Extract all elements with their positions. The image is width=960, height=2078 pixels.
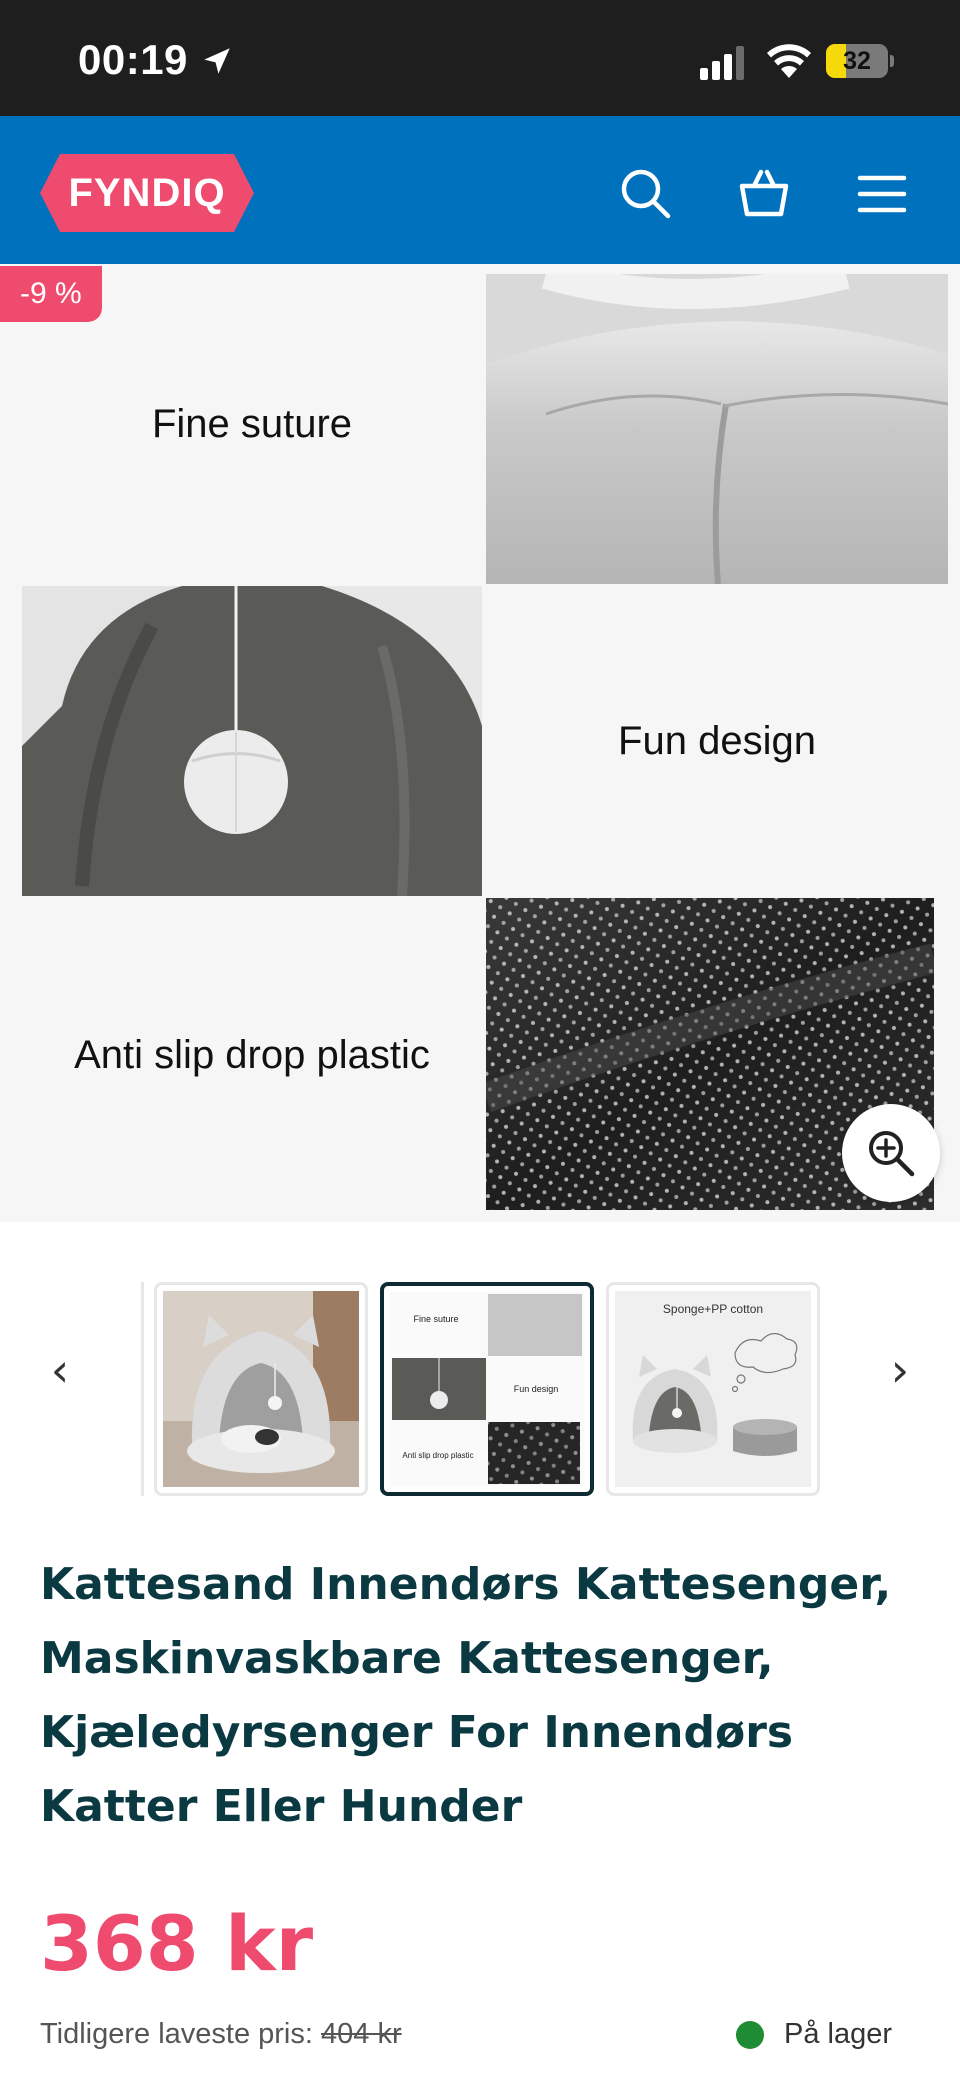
thumbnail-partial[interactable]	[136, 1282, 144, 1496]
thumbnail-caption-antislip: Anti slip drop plastic	[402, 1451, 473, 1460]
zoom-in-icon	[869, 1131, 915, 1177]
menu-icon	[857, 175, 907, 213]
thumbnail-cat-bed[interactable]	[154, 1282, 368, 1496]
logo-text: FYNDIQ	[68, 171, 226, 215]
thumbnail-caption-design: Fun design	[514, 1384, 559, 1394]
search-button[interactable]	[618, 166, 674, 222]
previous-price-label: Tidligere laveste pris:	[40, 2018, 313, 2050]
thumbnail-next-button[interactable]: ›	[880, 1347, 920, 1393]
in-stock-dot-icon	[736, 2021, 764, 2049]
search-icon	[621, 169, 671, 219]
previous-lowest-price: Tidligere laveste pris: 404 kr	[40, 2014, 402, 2054]
fyndiq-logo[interactable]: FYNDIQ	[40, 154, 254, 232]
thumbnail-caption-suture: Fine suture	[413, 1314, 458, 1324]
zoom-button[interactable]	[842, 1104, 940, 1202]
wifi-icon	[767, 44, 811, 78]
product-price: 368 kr	[40, 1899, 314, 1988]
cellular-signal-icon	[700, 46, 744, 80]
previous-price-value: 404 kr	[321, 2018, 402, 2050]
thumbnail-prev-button[interactable]: ‹	[40, 1347, 80, 1393]
battery-level: 32	[843, 47, 871, 75]
caption-anti-slip: Anti slip drop plastic	[74, 1032, 430, 1077]
thumbnail-caption-materials: Sponge+PP cotton	[663, 1302, 763, 1316]
fabric-closeup-image	[486, 264, 949, 585]
thumbnail-collage[interactable]: Fine suture Fun design Anti slip drop pl…	[380, 1282, 594, 1496]
site-header: FYNDIQ	[0, 116, 960, 264]
discount-badge: -9 %	[0, 266, 102, 322]
thumbnail-materials[interactable]: Sponge+PP cotton	[606, 1282, 820, 1496]
basket-icon	[739, 169, 789, 217]
product-title: Kattesand Innendørs Kattesenger, Maskinv…	[40, 1559, 892, 1832]
hanging-ball-image	[22, 586, 482, 897]
status-time: 00:19	[78, 36, 188, 83]
stock-status-label: På lager	[784, 2018, 893, 2050]
caption-fun-design: Fun design	[618, 718, 816, 763]
product-image[interactable]: Fine suture Fun design Anti slip drop pl…	[0, 264, 960, 1222]
status-bar: 00:19 32	[0, 0, 960, 116]
battery-indicator: 32	[826, 44, 894, 78]
location-arrow-icon	[204, 48, 230, 74]
cart-button[interactable]	[736, 166, 792, 222]
menu-button[interactable]	[854, 166, 910, 222]
